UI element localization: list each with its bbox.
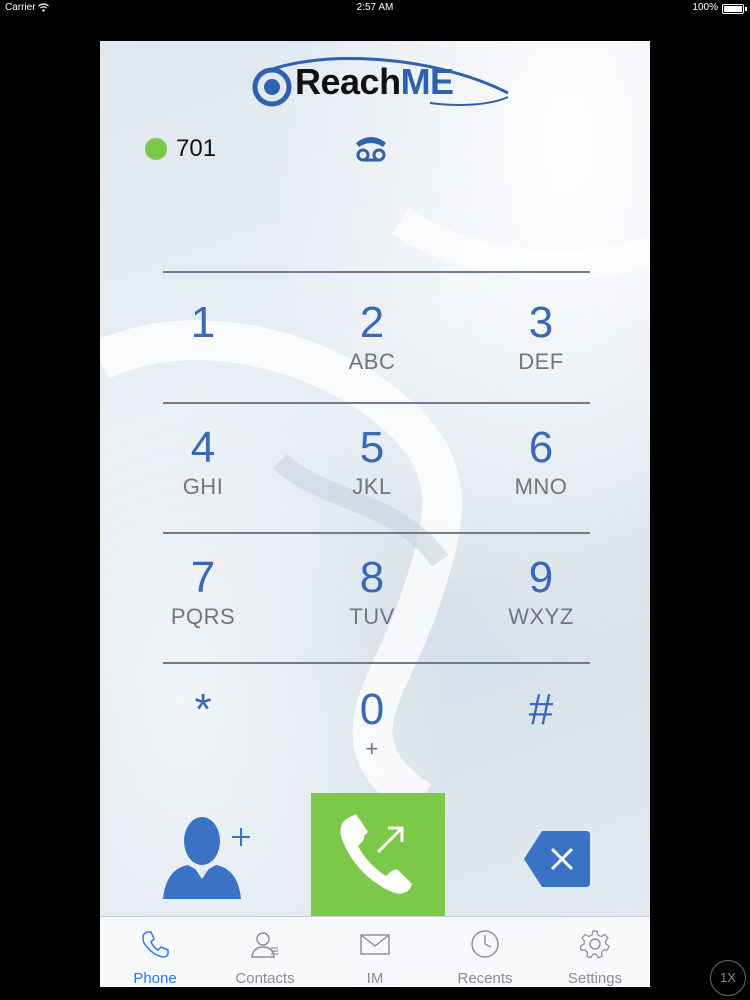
- key-4[interactable]: 4 GHI: [133, 414, 273, 526]
- envelope-icon: [360, 934, 390, 955]
- phone-icon: [142, 931, 169, 958]
- keypad-row-divider: [163, 532, 590, 534]
- tab-contacts[interactable]: Contacts: [210, 917, 320, 987]
- add-contact-button[interactable]: [158, 807, 258, 907]
- key-8[interactable]: 8 TUV: [302, 544, 442, 656]
- presence-indicator: [145, 138, 167, 160]
- zoom-button[interactable]: 1X: [710, 960, 746, 996]
- key-3[interactable]: 3 DEF: [471, 289, 611, 401]
- clock-time: 2:57 AM: [356, 2, 394, 13]
- status-bar: Carrier 2:57 AM 100%: [0, 0, 750, 16]
- battery-icon: [722, 4, 744, 14]
- tab-recents[interactable]: Recents: [430, 917, 540, 987]
- extension-number: 701: [176, 135, 217, 162]
- tab-im[interactable]: IM: [320, 917, 430, 987]
- key-5[interactable]: 5 JKL: [302, 414, 442, 526]
- key-7[interactable]: 7 PQRS: [133, 544, 273, 656]
- clock-icon: [471, 930, 499, 958]
- key-hash[interactable]: #: [471, 676, 611, 788]
- keypad-row-divider: [163, 402, 590, 404]
- contacts-icon: [251, 932, 278, 958]
- call-button[interactable]: [311, 793, 445, 917]
- key-star[interactable]: *: [133, 676, 273, 788]
- key-6[interactable]: 6 MNO: [471, 414, 611, 526]
- reachme-logo: ReachME: [250, 53, 515, 115]
- backspace-button[interactable]: [522, 829, 592, 889]
- key-9[interactable]: 9 WXYZ: [471, 544, 611, 656]
- dialer-screen: ReachME 701 1 2 ABC 3 DEF 4 GHI 5 JKL 6 …: [100, 41, 650, 987]
- key-2[interactable]: 2 ABC: [302, 289, 442, 401]
- voicemail-button[interactable]: [350, 133, 392, 163]
- battery-percent: 100%: [692, 2, 718, 13]
- voicemail-icon: [356, 137, 386, 162]
- tab-phone[interactable]: Phone: [100, 917, 210, 987]
- gear-icon: [580, 930, 610, 959]
- logo-wordmark: ReachME: [295, 61, 454, 102]
- key-1[interactable]: 1: [133, 289, 273, 401]
- keypad-row-divider: [163, 662, 590, 664]
- tab-bar: Phone Contacts IM Recents Settings: [100, 916, 650, 987]
- backspace-icon: [524, 831, 590, 887]
- outgoing-call-icon: [340, 814, 412, 894]
- key-0[interactable]: 0 +: [302, 676, 442, 788]
- add-contact-icon: [163, 817, 250, 899]
- tab-settings[interactable]: Settings: [540, 917, 650, 987]
- number-display-divider: [163, 271, 590, 273]
